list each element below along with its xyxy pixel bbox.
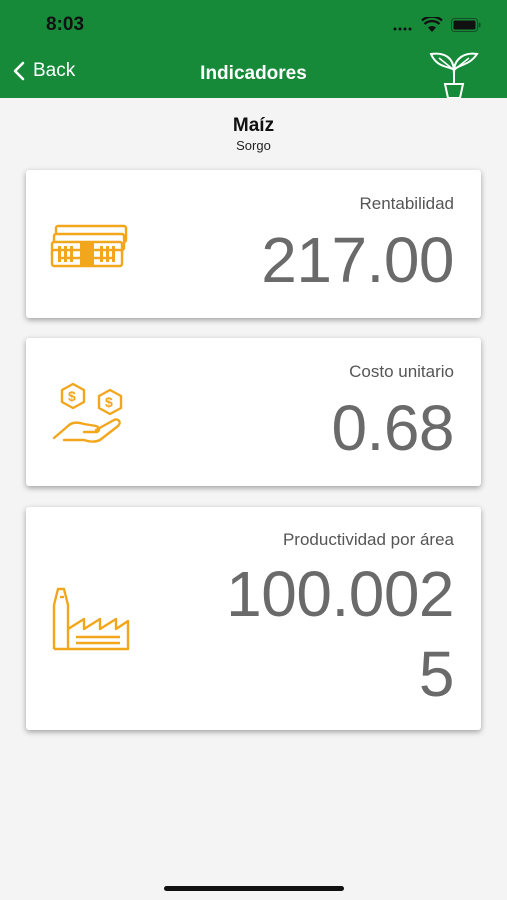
- plant-icon[interactable]: [425, 48, 483, 98]
- home-indicator[interactable]: [164, 886, 344, 891]
- card-rentabilidad: Rentabilidad 217.00: [26, 170, 481, 318]
- status-icons: [393, 14, 481, 36]
- costo-unitario-value: 0.68: [331, 392, 454, 464]
- svg-text:$: $: [68, 388, 76, 404]
- rentabilidad-label: Rentabilidad: [359, 194, 454, 213]
- crop-name: Maíz: [232, 115, 275, 136]
- factory-icon: [52, 587, 130, 651]
- svg-text:$: $: [105, 394, 113, 410]
- money-stack-icon: [50, 224, 128, 268]
- status-time: 8:03: [46, 14, 85, 35]
- card-productividad: Productividad por área 100.002 5: [26, 507, 481, 730]
- costo-unitario-label: Costo unitario: [349, 362, 454, 381]
- wifi-icon: [421, 17, 443, 32]
- productividad-value-line1: 100.002: [226, 558, 454, 630]
- card-costo-unitario: $ $ Costo unitario 0.68: [26, 338, 481, 486]
- productividad-value-line2: 5: [418, 638, 455, 710]
- coins-hand-icon: $ $: [52, 382, 123, 443]
- rentabilidad-value: 217.00: [261, 224, 454, 296]
- crop-subtitle: Sorgo: [236, 138, 271, 153]
- header-bar: 8:03 Back Indicadores: [0, 0, 507, 98]
- signal-icon: [393, 27, 412, 30]
- productividad-label: Productividad por área: [282, 530, 454, 549]
- battery-icon: [451, 18, 481, 32]
